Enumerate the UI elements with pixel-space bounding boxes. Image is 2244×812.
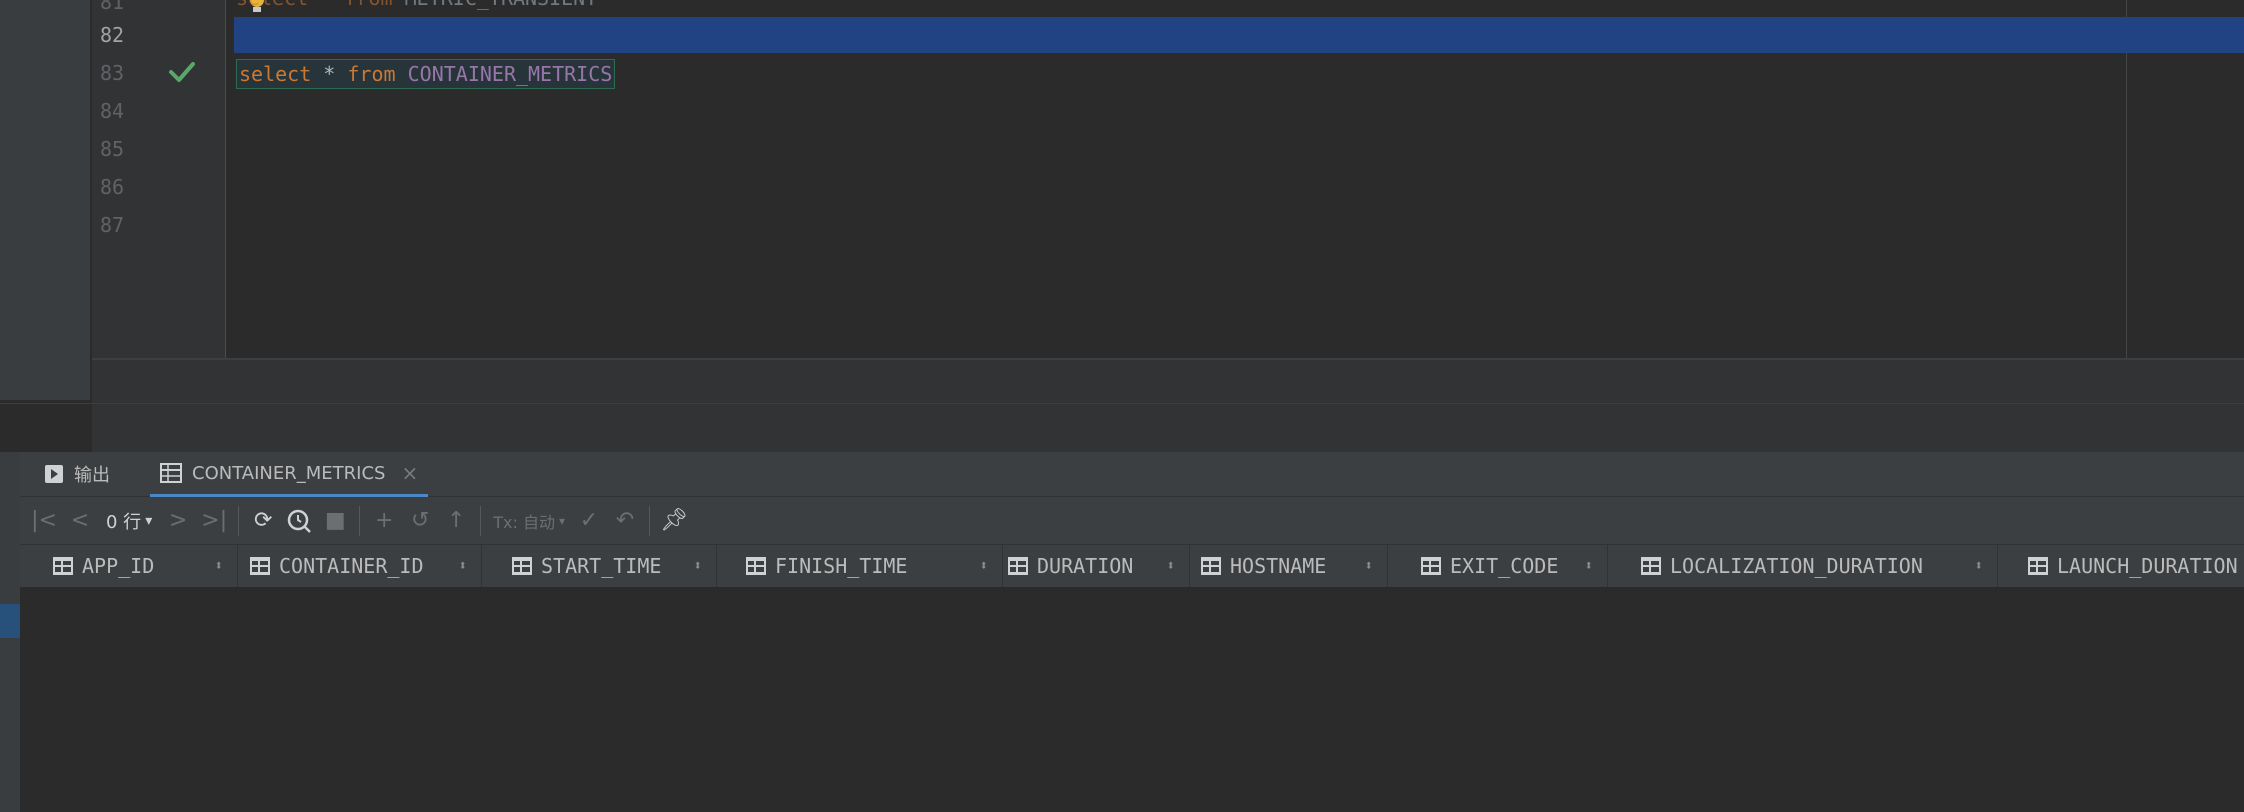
- toolbar-separator: [648, 505, 650, 536]
- column-icon: [1421, 557, 1441, 575]
- toolbar-separator: [480, 505, 482, 536]
- line-number: 82: [100, 23, 125, 47]
- column-icon: [250, 557, 270, 575]
- previous-page-icon[interactable]: <: [62, 503, 98, 539]
- code-line-current-statement[interactable]: select * from CONTAINER_METRICS: [236, 59, 616, 89]
- results-tab-bar: 输出 CONTAINER_METRICS ×: [20, 452, 2244, 497]
- rollback-icon[interactable]: ↶: [607, 503, 643, 539]
- results-toolbar: |< < 0 行 ▾ > >| ⟳ ■ + ↺ ↑ Tx: 自动 ▾ ✓ ↶ 📌: [20, 497, 2244, 544]
- chevron-down-icon: ▾: [145, 512, 153, 529]
- tab-container-metrics-label: CONTAINER_METRICS: [192, 462, 386, 484]
- column-header[interactable]: START_TIME ⬍: [479, 545, 717, 587]
- column-icon: [1641, 557, 1661, 575]
- code-line-previous[interactable]: select * from METRIC_TRANSIENT: [236, 0, 597, 12]
- line-number: 87: [100, 213, 125, 237]
- left-strip-active-marker[interactable]: [0, 604, 20, 638]
- revert-icon[interactable]: ↺: [402, 503, 438, 539]
- refresh-icon[interactable]: ⟳: [245, 503, 281, 539]
- column-icon: [2028, 557, 2048, 575]
- row-count-dropdown[interactable]: 0 行 ▾: [98, 508, 160, 534]
- next-page-icon[interactable]: >: [160, 503, 196, 539]
- sort-icon[interactable]: ⬍: [1975, 558, 1983, 574]
- sort-icon[interactable]: ⬍: [1365, 558, 1373, 574]
- caret-line-highlight: [234, 17, 2244, 53]
- ide-window: 81 82 83 84 85 86 87 select * from METRI…: [0, 0, 2244, 812]
- line-number: 86: [100, 175, 125, 199]
- sql-star: *: [320, 0, 332, 10]
- right-margin-guide: [2126, 0, 2127, 360]
- play-square-icon: [45, 465, 63, 483]
- table-icon: [160, 463, 182, 483]
- column-icon: [512, 557, 532, 575]
- sql-keyword: from: [344, 0, 392, 10]
- column-header[interactable]: DURATION ⬍: [975, 545, 1190, 587]
- chevron-down-icon: ▾: [558, 513, 565, 528]
- column-header-label: DURATION: [1037, 554, 1134, 578]
- line-number: 83: [100, 61, 125, 85]
- submit-icon[interactable]: ↑: [438, 503, 474, 539]
- column-header-label: FINISH_TIME: [775, 554, 908, 578]
- column-header-label: LAUNCH_DURATION: [2057, 554, 2238, 578]
- sql-keyword: select: [236, 0, 308, 10]
- close-icon[interactable]: ×: [401, 461, 418, 485]
- column-header[interactable]: EXIT_CODE ⬍: [1388, 545, 1608, 587]
- first-page-icon[interactable]: |<: [26, 503, 62, 539]
- pin-icon[interactable]: 📌︎: [656, 503, 692, 539]
- column-header[interactable]: HOSTNAME ⬍: [1168, 545, 1388, 587]
- sql-keyword: select: [239, 62, 312, 86]
- sql-keyword: from: [347, 62, 396, 86]
- results-table-header: APP_ID ⬍ CONTAINER_ID ⬍ START_TIME ⬍ FIN…: [20, 544, 2244, 588]
- line-number: 85: [100, 137, 125, 161]
- clock-search-icon: [287, 509, 312, 533]
- stop-icon[interactable]: ■: [317, 503, 353, 539]
- column-header[interactable]: LAUNCH_DURATION: [1995, 545, 2244, 587]
- splitter-line[interactable]: [0, 403, 2244, 404]
- line-number: 84: [100, 99, 125, 123]
- line-number: 81: [100, 0, 125, 14]
- column-header[interactable]: FINISH_TIME ⬍: [713, 545, 1003, 587]
- column-header[interactable]: APP_ID ⬍: [20, 545, 238, 587]
- column-header[interactable]: LOCALIZATION_DURATION ⬍: [1608, 545, 1998, 587]
- tab-output-label: 输出: [74, 465, 110, 486]
- column-header[interactable]: CONTAINER_ID ⬍: [217, 545, 482, 587]
- query-history-icon[interactable]: [281, 503, 317, 539]
- column-header-label: APP_ID: [82, 554, 155, 578]
- toolbar-separator: [359, 505, 361, 536]
- transaction-mode-label: Tx: 自动: [493, 512, 555, 532]
- column-header-label: LOCALIZATION_DURATION: [1670, 554, 1923, 578]
- column-icon: [53, 557, 73, 575]
- column-header-label: CONTAINER_ID: [279, 554, 424, 578]
- sql-editor[interactable]: [226, 0, 2244, 360]
- column-icon: [1008, 557, 1028, 575]
- sort-icon[interactable]: ⬍: [1585, 558, 1593, 574]
- sql-star: *: [323, 62, 336, 86]
- tab-output[interactable]: 输出: [44, 452, 110, 496]
- execution-success-check-icon: [169, 62, 195, 82]
- column-header-label: HOSTNAME: [1230, 554, 1327, 578]
- sort-icon[interactable]: ⬍: [694, 558, 702, 574]
- column-icon: [1201, 557, 1221, 575]
- left-tool-strip: [0, 0, 90, 400]
- column-header-label: START_TIME: [541, 554, 662, 578]
- commit-icon[interactable]: ✓: [571, 503, 607, 539]
- column-header-label: EXIT_CODE: [1450, 554, 1559, 578]
- toolbar-separator: [238, 505, 240, 536]
- add-row-icon[interactable]: +: [366, 503, 402, 539]
- sql-table-name: METRIC_TRANSIENT: [405, 0, 598, 10]
- splitter-area[interactable]: [92, 360, 2244, 452]
- tab-container-metrics[interactable]: CONTAINER_METRICS ×: [150, 452, 429, 497]
- row-count-label: 0 行: [106, 511, 142, 533]
- sort-icon[interactable]: ⬍: [459, 558, 467, 574]
- last-page-icon[interactable]: >|: [196, 503, 232, 539]
- column-icon: [746, 557, 766, 575]
- sql-table-name: CONTAINER_METRICS: [407, 62, 613, 86]
- transaction-mode-dropdown[interactable]: Tx: 自动 ▾: [487, 509, 571, 533]
